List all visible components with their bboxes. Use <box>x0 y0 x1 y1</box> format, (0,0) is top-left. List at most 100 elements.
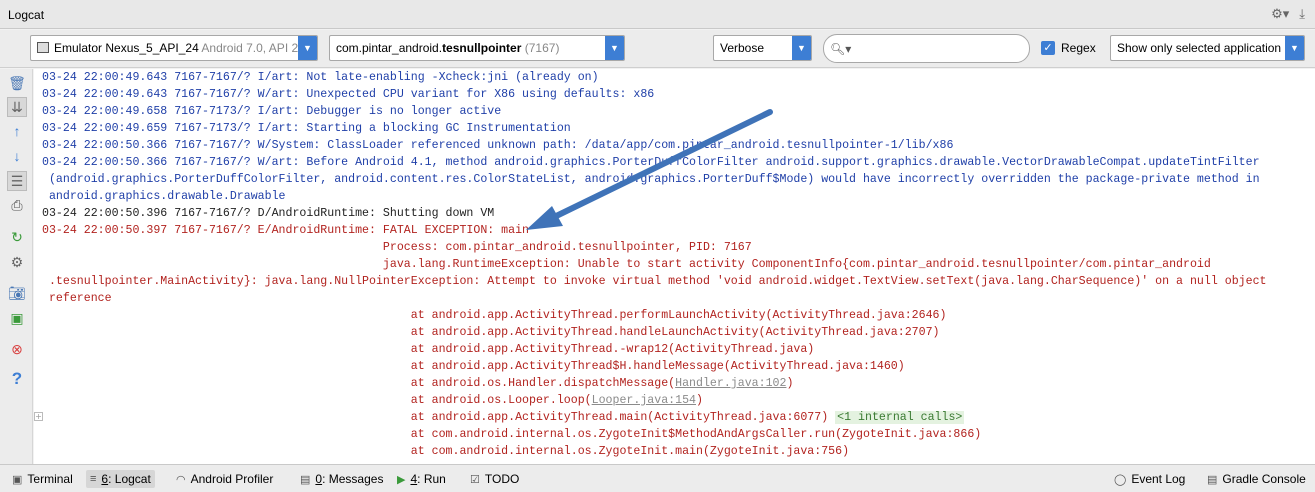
logcat-side-toolbar: 🗑 ⇊ ↑ ↓ ☰ ⎙ ↻ ⚙ 📷︎ ▣ ⊗ ? <box>0 69 33 464</box>
log-line: at com.android.internal.os.ZygoteInit.ma… <box>42 443 849 460</box>
run-icon: ▶ <box>397 473 406 486</box>
process-name-bold: tesnullpointer <box>442 41 522 55</box>
search-icon: 🔍︎▾ <box>830 41 852 56</box>
gear-icon[interactable]: ⚙▾ <box>1271 6 1289 22</box>
device-dropdown[interactable]: Emulator Nexus_5_API_24 Android 7.0, API… <box>30 35 318 61</box>
log-line-text: reference <box>42 292 112 305</box>
log-line: 03-24 22:00:49.643 7167-7167/? W/art: Un… <box>42 86 654 103</box>
messages-tab[interactable]: ▤ 0: Messages <box>296 470 387 488</box>
panel-title: Logcat <box>8 8 45 22</box>
log-line: at android.app.ActivityThread.performLau… <box>42 307 947 324</box>
source-link[interactable]: Looper.java:154 <box>592 394 696 407</box>
terminal-label: Terminal <box>27 472 73 486</box>
arrow-down-icon[interactable]: ↓ <box>7 146 27 166</box>
logcat-titlebar: Logcat ⚙▾ ⤓ <box>0 0 1315 29</box>
run-label: : Run <box>417 472 446 486</box>
screenshot-icon[interactable]: 📷︎ <box>7 283 27 303</box>
process-dropdown[interactable]: com.pintar_android.tesnullpointer (7167)… <box>329 35 625 61</box>
settings-icon[interactable]: ⚙ <box>7 252 27 272</box>
process-name: com.pintar_android. <box>336 41 443 55</box>
logcat-icon: ≡ <box>90 473 97 485</box>
log-line: at android.app.ActivityThread$H.handleMe… <box>42 358 905 375</box>
arrow-up-icon[interactable]: ↑ <box>7 121 27 141</box>
close-icon[interactable]: ⊗ <box>7 339 27 359</box>
log-line-text: at android.app.ActivityThread$H.handleMe… <box>42 360 905 373</box>
tool-window-bar: ▣ Terminal ≡ 6: Logcat ◠ Android Profile… <box>0 464 1315 492</box>
log-line: Process: com.pintar_android.tesnullpoint… <box>42 239 752 256</box>
log-line: at android.os.Looper.loop(Looper.java:15… <box>42 392 703 409</box>
help-icon[interactable]: ? <box>7 369 27 389</box>
run-tab[interactable]: ▶ 4: Run <box>393 470 450 488</box>
terminal-tab[interactable]: ▣ Terminal <box>8 470 77 488</box>
profiler-label: Android Profiler <box>190 472 274 486</box>
device-name: Emulator Nexus_5_API_24 <box>54 41 199 55</box>
chevron-down-icon[interactable]: ▼ <box>298 36 317 60</box>
messages-label: : Messages <box>322 472 384 486</box>
log-line-text: at android.app.ActivityThread.-wrap12(Ac… <box>42 343 815 356</box>
speech-bubble-icon: ◯ <box>1114 473 1127 486</box>
log-line-text: java.lang.RuntimeException: Unable to st… <box>42 258 1211 271</box>
log-line: at com.android.internal.os.ZygoteInit$Me… <box>42 426 982 443</box>
log-line-text: 03-24 22:00:50.366 7167-7167/? W/art: Be… <box>42 156 1260 169</box>
internal-calls-fold[interactable]: <1 internal calls> <box>835 411 965 424</box>
messages-icon: ▤ <box>300 473 311 486</box>
log-line: java.lang.RuntimeException: Unable to st… <box>42 256 1211 273</box>
log-output[interactable]: 03-24 22:00:49.643 7167-7167/? I/art: No… <box>34 69 1315 464</box>
trash-icon[interactable]: 🗑 <box>7 73 27 93</box>
log-line-text: 03-24 22:00:49.643 7167-7167/? I/art: No… <box>42 71 599 84</box>
gradle-console-label: Gradle Console <box>1222 472 1306 486</box>
fold-expand-icon[interactable]: + <box>34 412 43 421</box>
print-icon[interactable]: ⎙ <box>7 195 27 215</box>
console-icon: ▤ <box>1207 473 1218 486</box>
log-line: 03-24 22:00:49.659 7167-7173/? I/art: St… <box>42 120 571 137</box>
log-line: 03-24 22:00:49.658 7167-7173/? I/art: De… <box>42 103 501 120</box>
log-line: at android.app.ActivityThread.-wrap12(Ac… <box>42 341 815 358</box>
todo-icon: ☑ <box>470 473 480 486</box>
gradle-console-tab[interactable]: ▤ Gradle Console <box>1203 470 1310 488</box>
device-detail: Android 7.0, API 24 <box>201 41 298 55</box>
checkbox-checked-icon[interactable]: ✓ <box>1041 41 1055 55</box>
gauge-icon: ◠ <box>176 473 186 486</box>
restart-icon[interactable]: ↻ <box>7 227 27 247</box>
event-log-tab[interactable]: ◯ Event Log <box>1110 470 1189 488</box>
scroll-to-end-icon[interactable]: ⇊ <box>7 97 27 117</box>
chevron-down-icon[interactable]: ▼ <box>792 36 811 60</box>
search-input[interactable]: 🔍︎▾ <box>823 34 1030 63</box>
log-line-text: at android.app.ActivityThread.handleLaun… <box>42 326 940 339</box>
log-line: at android.os.Handler.dispatchMessage(Ha… <box>42 375 794 392</box>
chevron-down-icon[interactable]: ▼ <box>1285 36 1304 60</box>
log-line-text: Process: com.pintar_android.tesnullpoint… <box>42 241 752 254</box>
log-line-text: 03-24 22:00:49.658 7167-7173/? I/art: De… <box>42 105 502 118</box>
log-line: 03-24 22:00:49.643 7167-7167/? I/art: No… <box>42 69 599 86</box>
soft-wrap-icon[interactable]: ☰ <box>7 171 27 191</box>
log-line: (android.graphics.PorterDuffColorFilter,… <box>42 171 1260 188</box>
source-link[interactable]: Handler.java:102 <box>675 377 786 390</box>
log-line-text: at com.android.internal.os.ZygoteInit$Me… <box>42 428 982 441</box>
process-pid: (7167) <box>524 41 560 55</box>
chevron-down-icon[interactable]: ▼ <box>605 36 624 60</box>
todo-label: TODO <box>484 472 520 486</box>
logcat-toolbar: Emulator Nexus_5_API_24 Android 7.0, API… <box>0 30 1315 68</box>
filter-value: Show only selected application <box>1117 41 1282 55</box>
log-line-text: at android.os.Handler.dispatchMessage( <box>42 377 676 390</box>
filter-dropdown[interactable]: Show only selected application ▼ <box>1110 35 1305 61</box>
todo-tab[interactable]: ☑ TODO <box>466 470 523 488</box>
log-line-text: 03-24 22:00:50.396 7167-7167/? D/Android… <box>42 207 495 220</box>
regex-label: Regex <box>1061 41 1096 55</box>
log-line: android.graphics.drawable.Drawable <box>42 188 286 205</box>
hide-panel-icon[interactable]: ⤓ <box>1299 6 1305 22</box>
logcat-tab[interactable]: ≡ 6: Logcat <box>86 470 155 488</box>
device-icon <box>37 42 49 53</box>
log-level-value: Verbose <box>720 41 765 55</box>
log-line: 03-24 22:00:50.366 7167-7167/? W/art: Be… <box>42 154 1260 171</box>
log-level-dropdown[interactable]: Verbose ▼ <box>713 35 812 61</box>
android-profiler-tab[interactable]: ◠ Android Profiler <box>172 470 277 488</box>
log-line-text: android.graphics.drawable.Drawable <box>42 190 286 203</box>
screen-record-icon[interactable]: ▣ <box>7 308 27 328</box>
terminal-icon: ▣ <box>12 473 23 486</box>
log-line-text: at android.os.Looper.loop( <box>42 394 592 407</box>
log-line-text: .tesnullpointer.MainActivity}: java.lang… <box>42 275 1267 288</box>
regex-toggle[interactable]: ✓ Regex <box>1041 41 1096 55</box>
log-line-text: at android.app.ActivityThread.performLau… <box>42 309 947 322</box>
log-line: 03-24 22:00:50.397 7167-7167/? E/Android… <box>42 222 529 239</box>
